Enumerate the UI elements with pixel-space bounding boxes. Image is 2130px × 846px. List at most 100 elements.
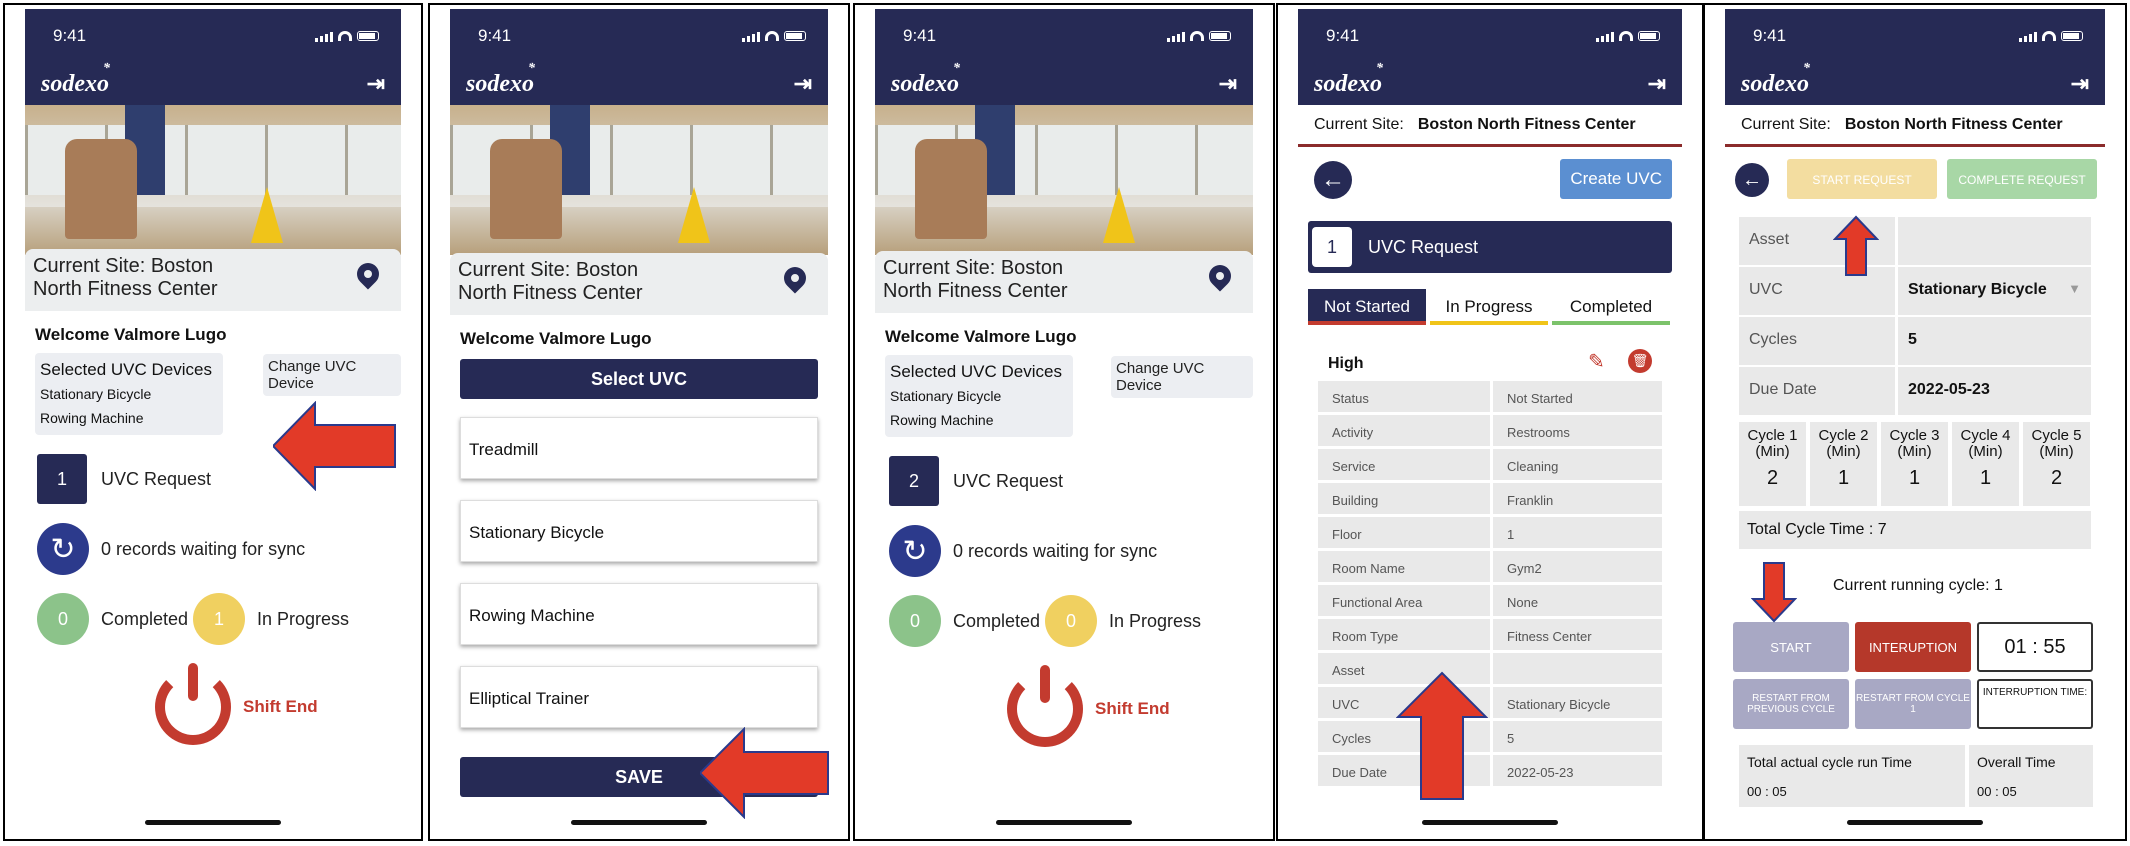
field-row: Asset: [1739, 217, 2091, 265]
cycle-cell: Cycle 2 (Min) 1: [1810, 422, 1877, 506]
request-details-table: Status Not Started Activity Restrooms Servic…: [1318, 381, 1662, 789]
wifi-icon: [765, 31, 779, 41]
current-site-card: Current Site: Boston North Fitness Cente…: [25, 249, 401, 311]
logout-icon[interactable]: ⇥: [1648, 71, 1666, 97]
completed-count[interactable]: 0: [889, 595, 941, 647]
uvc-option-elliptical-trainer[interactable]: Elliptical Trainer: [460, 666, 818, 728]
detail-row: Status Not Started: [1318, 381, 1662, 415]
logout-icon[interactable]: ⇥: [367, 71, 385, 97]
uvc-request-count[interactable]: 1: [37, 454, 87, 504]
home-indicator: [1422, 820, 1558, 825]
current-site-card: Current Site: Boston North Fitness Cente…: [875, 251, 1253, 313]
detail-row: Cycles 5: [1318, 721, 1662, 755]
current-running-cycle: Current running cycle: 1: [1833, 577, 2003, 594]
red-arrow-up: [1833, 215, 1879, 276]
sync-status: 0 records waiting for sync: [101, 539, 306, 559]
uvc-request-label[interactable]: UVC Request: [101, 469, 211, 490]
signal-icon: [742, 31, 760, 42]
in-progress-label: In Progress: [1109, 611, 1202, 631]
status-bar: 9:41: [1725, 9, 2105, 63]
welcome-text: Welcome Valmore Lugo: [885, 327, 1077, 346]
location-pin-icon[interactable]: [779, 262, 811, 294]
detail-row: UVC Stationary Bicycle: [1318, 687, 1662, 721]
logout-icon[interactable]: ⇥: [1219, 71, 1237, 97]
battery-icon: [784, 31, 806, 41]
location-pin-icon[interactable]: [1204, 260, 1236, 292]
in-progress-count[interactable]: 1: [193, 593, 245, 645]
battery-icon: [357, 31, 379, 41]
start-request-button[interactable]: START REQUEST: [1787, 159, 1937, 199]
phone-5: 9:41 sodexo ⇥ Current Site:Boston North F…: [1725, 9, 2105, 835]
change-uvc-device-button[interactable]: Change UVC Device: [1111, 356, 1253, 398]
cycle-cell: Cycle 4 (Min) 1: [1952, 422, 2019, 506]
edit-icon[interactable]: ✎: [1588, 349, 1605, 374]
shift-end-label[interactable]: Shift End: [243, 697, 318, 717]
interruption-button[interactable]: INTERUPTION: [1855, 622, 1971, 672]
uvc-option-stationary-bicycle[interactable]: Stationary Bicycle: [460, 500, 818, 562]
shift-end-label[interactable]: Shift End: [1095, 699, 1170, 719]
power-icon[interactable]: [155, 663, 231, 745]
change-uvc-device-button[interactable]: Change UVC Device: [263, 354, 401, 396]
uvc-request-bar[interactable]: 1 UVC Request: [1308, 221, 1672, 273]
in-progress-count[interactable]: 0: [1045, 595, 1097, 647]
status-bar: 9:41: [875, 9, 1253, 63]
create-uvc-button[interactable]: Create UVC: [1560, 159, 1672, 199]
back-arrow-icon[interactable]: ←: [1314, 161, 1352, 199]
status-bar: 9:41: [25, 9, 401, 63]
total-cycle-time: Total Cycle Time : 7: [1739, 511, 2091, 549]
sodexo-logo: sodexo: [41, 61, 110, 98]
power-icon[interactable]: [1007, 665, 1083, 747]
detail-row: Building Franklin: [1318, 483, 1662, 517]
location-pin-icon[interactable]: [352, 258, 384, 290]
interruption-time-box: INTERRUPTION TIME:: [1977, 679, 2093, 729]
delete-icon[interactable]: 🗑: [1628, 349, 1652, 373]
selected-devices-box: Selected UVC Devices Stationary Bicycle …: [35, 353, 223, 435]
phone-2: 9:41 sodexo ⇥ Current Site: Boston North …: [450, 9, 829, 835]
signal-icon: [2019, 31, 2037, 42]
app-header: sodexo ⇥: [1725, 61, 2105, 105]
battery-icon: [1209, 31, 1231, 41]
uvc-request-label[interactable]: UVC Request: [953, 471, 1063, 492]
phone-3: 9:41 sodexo ⇥ Current Site: Boston North …: [875, 9, 1253, 835]
tab-completed[interactable]: Completed: [1552, 289, 1670, 325]
status-bar: 9:41: [1298, 9, 1682, 63]
logout-icon[interactable]: ⇥: [794, 71, 812, 97]
cycle-cell: Cycle 3 (Min) 1: [1881, 422, 1948, 506]
completed-label: Completed: [953, 611, 1041, 631]
detail-row: Functional Area None: [1318, 585, 1662, 619]
app-header: sodexo ⇥: [450, 61, 828, 105]
sync-icon[interactable]: ↻: [37, 523, 89, 575]
screen-home-1: 9:41 sodexo ⇥ Current Site: Boston North …: [3, 3, 423, 841]
sync-status: 0 records waiting for sync: [953, 541, 1158, 561]
back-arrow-icon[interactable]: ←: [1735, 163, 1769, 197]
tab-in-progress[interactable]: In Progress: [1430, 289, 1548, 325]
uvc-request-count[interactable]: 2: [889, 456, 939, 506]
battery-icon: [1638, 31, 1660, 41]
current-site-bar: Current Site: Boston North Fitness Center: [1298, 105, 1682, 147]
app-header: sodexo ⇥: [1298, 61, 1682, 105]
tab-not-started[interactable]: Not Started: [1308, 289, 1426, 325]
sync-icon[interactable]: ↻: [889, 525, 941, 577]
dropdown-chevron-icon[interactable]: ▼: [2068, 281, 2081, 296]
home-indicator: [1847, 820, 1983, 825]
completed-label: Completed: [101, 609, 189, 629]
hero-image: [450, 105, 828, 255]
start-button[interactable]: START: [1733, 622, 1849, 672]
home-indicator: [145, 820, 281, 825]
restart-from-previous-cycle-button[interactable]: RESTART FROM PREVIOUS CYCLE: [1733, 679, 1849, 729]
completed-count[interactable]: 0: [37, 593, 89, 645]
uvc-option-rowing-machine[interactable]: Rowing Machine: [460, 583, 818, 645]
screen-request-detail: 9:41 sodexo ⇥ Current Site:Boston North F…: [1703, 3, 2127, 841]
current-site-card: Current Site: Boston North Fitness Cente…: [450, 253, 828, 315]
sodexo-logo: sodexo: [891, 61, 960, 98]
wifi-icon: [1619, 31, 1633, 41]
detail-row: Asset: [1318, 653, 1662, 687]
restart-from-cycle-1-button[interactable]: RESTART FROM CYCLE 1: [1855, 679, 1971, 729]
logout-icon[interactable]: ⇥: [2071, 71, 2089, 97]
signal-icon: [315, 31, 333, 42]
complete-request-button[interactable]: COMPLETE REQUEST: [1947, 159, 2097, 199]
sodexo-logo: sodexo: [1741, 61, 1810, 98]
home-indicator: [571, 820, 707, 825]
select-uvc-header: Select UVC: [460, 359, 818, 399]
uvc-option-treadmill[interactable]: Treadmill: [460, 417, 818, 479]
